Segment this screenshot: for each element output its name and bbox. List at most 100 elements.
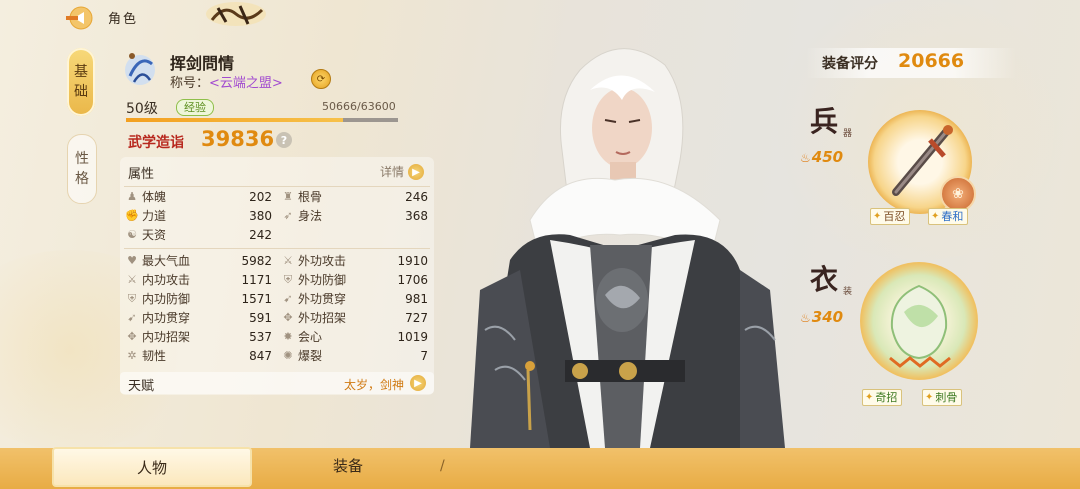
- parry-icon: ✥: [127, 330, 137, 343]
- tab-basic-label: 基础: [74, 64, 88, 100]
- spark-icon: ✦: [865, 392, 874, 403]
- exp-progress-fill: [126, 118, 343, 122]
- crit-icon: ✸: [283, 330, 293, 343]
- tab-basic[interactable]: 基础: [67, 48, 95, 116]
- stat-name: 外功防御: [298, 273, 347, 287]
- agility-icon: ➶: [283, 209, 293, 222]
- stat-value: 368: [405, 208, 428, 223]
- clothes-slot[interactable]: [860, 262, 978, 380]
- bone-icon: ♜: [283, 190, 293, 203]
- stat-row: ✥ 内功招架 537: [126, 327, 272, 346]
- clothes-tag[interactable]: ✦ 刺骨: [922, 389, 963, 406]
- spark-icon: ✦: [873, 211, 882, 222]
- character-level: 50级: [126, 101, 158, 117]
- robe-icon: [889, 284, 951, 368]
- talent-row[interactable]: 天赋 太岁，剑神 ▶: [120, 372, 434, 394]
- stat-value: 591: [249, 310, 272, 325]
- tab-equipment[interactable]: 装备: [260, 447, 436, 483]
- stat-value: 847: [249, 348, 272, 363]
- weapon-power-value: 450: [811, 148, 844, 166]
- stat-row: ➹ 内功贯穿 591: [126, 308, 272, 327]
- spark-icon: ✦: [931, 211, 940, 222]
- talent-arrow-icon[interactable]: ▶: [410, 375, 426, 391]
- attributes-heading: 属性: [128, 167, 155, 182]
- stat-row: ✲ 韧性 847: [126, 346, 272, 365]
- divider: [124, 248, 430, 249]
- game-logo-emblem: [204, 0, 268, 30]
- title-value: <云端之盟>: [209, 76, 283, 91]
- weapon-tag[interactable]: ✦ 百忍: [870, 208, 911, 225]
- stat-name: 天资: [142, 228, 167, 242]
- stat-row: ➶ 身法 368: [282, 206, 428, 225]
- stat-name: 最大气血: [142, 254, 191, 268]
- weapon-skin-badge-icon[interactable]: ❀: [940, 176, 976, 212]
- character-model[interactable]: [440, 30, 800, 448]
- tab-character[interactable]: 人物: [52, 447, 252, 487]
- flame-icon: ♨: [800, 311, 811, 325]
- stat-value: 5982: [241, 253, 272, 268]
- tenacity-icon: ✲: [127, 349, 137, 362]
- clothes-tag-label: 刺骨: [935, 391, 958, 404]
- shield-icon: ⛨: [127, 291, 137, 305]
- clothes-power: ♨340: [800, 308, 843, 326]
- guild-emblem-icon: [120, 46, 160, 90]
- weapon-tag-label: 春和: [941, 210, 964, 223]
- weapon-tag[interactable]: ✦ 春和: [928, 208, 969, 225]
- stat-value: 246: [405, 189, 428, 204]
- stat-row: ♥ 最大气血 5982: [126, 251, 272, 270]
- stat-name: 内功防御: [142, 292, 191, 306]
- detail-arrow-icon[interactable]: ▶: [408, 164, 424, 180]
- weapon-category-label: 兵: [810, 105, 839, 138]
- stat-value: 7: [420, 348, 428, 363]
- stat-row: ✺ 爆裂 7: [282, 346, 428, 365]
- talent-label: 天赋: [128, 379, 155, 394]
- help-icon[interactable]: ?: [276, 132, 292, 148]
- character-name: 挥剑問情: [170, 54, 235, 73]
- attributes-panel: 属性 详情 ▶ ♟ 体魄 202 ♜ 根骨 246 ✊ 力道 380 ➶ 身法 368 ☯ 天资 2…: [120, 157, 434, 395]
- stat-value: 1910: [397, 253, 428, 268]
- tab-personality[interactable]: 性格: [67, 134, 97, 204]
- title-switch-icon[interactable]: ⟳: [311, 69, 331, 89]
- stat-value: 1706: [397, 272, 428, 287]
- stat-row: ⛨ 外功防御 1706: [282, 270, 428, 289]
- stat-name: 内功贯穿: [142, 311, 191, 325]
- back-button[interactable]: [62, 4, 96, 32]
- flame-icon: ♨: [800, 151, 811, 165]
- stat-row: ✊ 力道 380: [125, 206, 272, 225]
- weapon-category-sub: 器: [841, 128, 851, 137]
- page-title: 角色: [108, 12, 139, 27]
- shield-icon: ⛨: [283, 272, 293, 286]
- martial-arts-label: 武学造诣: [128, 135, 184, 151]
- stat-row: ⛨ 内功防御 1571: [126, 289, 272, 308]
- attributes-detail-link[interactable]: 详情: [380, 163, 404, 180]
- body-icon: ♟: [127, 190, 137, 203]
- pierce-icon: ➹: [127, 311, 137, 324]
- stat-name: 身法: [298, 209, 323, 223]
- tab-equipment-label: 装备: [332, 456, 363, 475]
- stat-name: 爆裂: [298, 349, 323, 363]
- sword-icon: ⚔: [283, 254, 293, 267]
- clothes-tag[interactable]: ✦ 奇招: [862, 389, 903, 406]
- stat-name: 外功攻击: [298, 254, 347, 268]
- stat-value: 1171: [241, 272, 272, 287]
- talent-value: 太岁，剑神: [343, 378, 404, 392]
- stat-row: ✥ 外功招架 727: [282, 308, 428, 327]
- spark-icon: ✦: [925, 392, 934, 403]
- exp-progress-bar: [126, 118, 398, 122]
- stat-name: 力道: [142, 209, 167, 223]
- stat-row: ⚔ 外功攻击 1910: [282, 251, 428, 270]
- stat-row: ♟ 体魄 202: [126, 187, 272, 206]
- character-title-row: 称号：<云端之盟>: [170, 72, 283, 91]
- stat-name: 韧性: [142, 349, 167, 363]
- stat-value: 242: [249, 227, 272, 242]
- back-arrow-icon: [66, 6, 93, 30]
- weapon-tag-label: 百忍: [883, 210, 906, 223]
- stat-value: 202: [249, 189, 272, 204]
- stat-name: 外功招架: [298, 311, 347, 325]
- stat-name: 内功招架: [142, 330, 191, 344]
- stat-value: 380: [249, 208, 272, 223]
- clothes-tag-label: 奇招: [875, 391, 898, 404]
- heart-icon: ♥: [127, 254, 137, 267]
- stat-row: ➹ 外功贯穿 981: [282, 289, 428, 308]
- stat-name: 体魄: [142, 190, 167, 204]
